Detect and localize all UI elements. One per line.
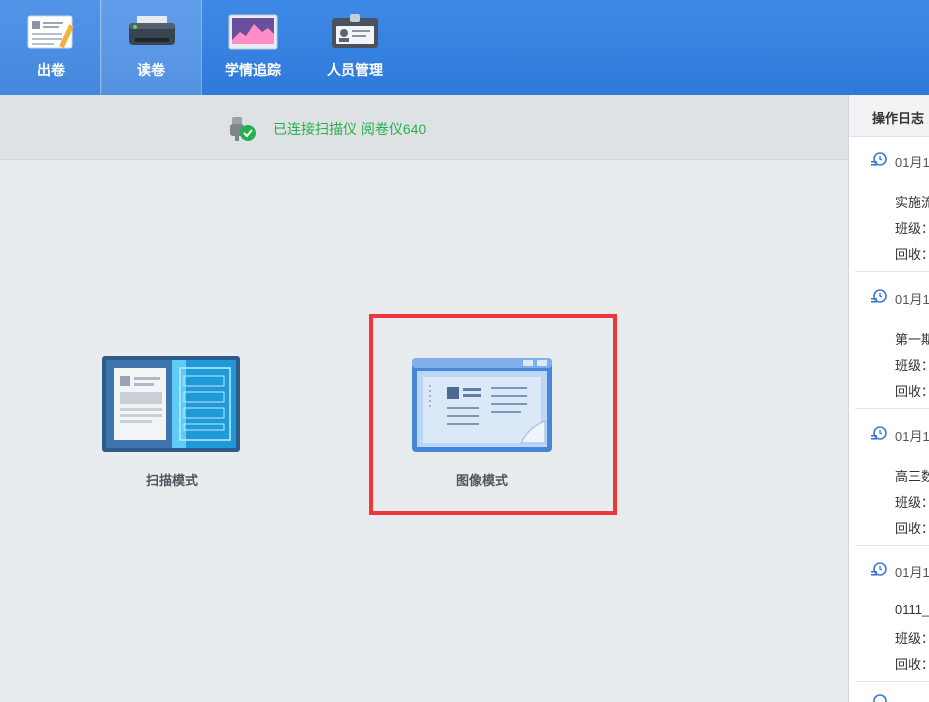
image-mode-button[interactable]: 图像模式 bbox=[405, 352, 559, 492]
log-entry-date: 01月1 bbox=[895, 155, 929, 170]
toolbar-item-chujuan[interactable]: 出卷 bbox=[0, 0, 102, 95]
log-entry-title: 高三数 bbox=[895, 469, 929, 484]
log-entry-class: 班级： bbox=[895, 221, 929, 236]
toolbar-item-xueqing[interactable]: 学情追踪 bbox=[202, 0, 304, 95]
log-entry-title: 第一期 bbox=[895, 332, 929, 347]
log-entry-recovery: 回收： bbox=[895, 521, 929, 536]
toolbar-item-label: 出卷 bbox=[37, 62, 65, 78]
id-card-icon bbox=[332, 14, 378, 48]
history-clock-icon bbox=[871, 289, 887, 303]
operation-log-title: 操作日志 bbox=[872, 111, 925, 126]
operation-log-panel[interactable]: 操作日志 01月1 实施流 班级： 回收： 01月1 第一期 班级： 回收： 0 bbox=[848, 95, 929, 702]
toolbar-item-label: 学情追踪 bbox=[225, 62, 281, 78]
history-clock-icon bbox=[871, 426, 887, 440]
toolbar-item-label: 人员管理 bbox=[327, 62, 383, 78]
scan-mode-icon bbox=[102, 356, 240, 452]
log-entry-date: 01月1 bbox=[895, 292, 929, 307]
printer-icon bbox=[129, 16, 175, 45]
scan-mode-label: 扫描模式 bbox=[145, 473, 198, 488]
log-entry-divider bbox=[855, 681, 929, 682]
log-entry-title: 0111_ bbox=[895, 602, 929, 617]
history-clock-icon bbox=[871, 562, 887, 576]
toolbar-item-renyuan[interactable]: 人员管理 bbox=[304, 0, 406, 95]
log-entry-date: 01月1 bbox=[895, 565, 929, 580]
log-entry-class: 班级： bbox=[895, 358, 929, 373]
usb-connected-icon bbox=[230, 117, 256, 141]
history-clock-icon bbox=[871, 152, 887, 166]
operation-log-header: 操作日志 bbox=[849, 95, 929, 137]
log-entry-class: 班级： bbox=[895, 495, 929, 510]
log-entry-date: 01月1 bbox=[895, 429, 929, 444]
top-toolbar: 出卷 读卷 学情追踪 人员管理 bbox=[0, 0, 929, 95]
log-entry-recovery: 回收： bbox=[895, 384, 929, 399]
log-entry-title: 实施流 bbox=[895, 195, 929, 210]
scan-mode-button[interactable]: 扫描模式 bbox=[95, 352, 249, 492]
history-clock-icon bbox=[873, 694, 887, 702]
log-entry-divider bbox=[855, 545, 929, 546]
log-entry-divider bbox=[855, 271, 929, 272]
scanner-status-text: 已连接扫描仪 阅卷仪640 bbox=[273, 121, 427, 137]
log-entry-recovery: 回收： bbox=[895, 247, 929, 262]
log-entry-class: 班级： bbox=[895, 631, 929, 646]
paper-icon bbox=[27, 15, 74, 49]
log-entry-divider bbox=[855, 408, 929, 409]
image-mode-icon bbox=[412, 358, 552, 452]
toolbar-item-label: 读卷 bbox=[137, 62, 165, 78]
toolbar-item-dujuan[interactable]: 读卷 bbox=[100, 0, 202, 95]
image-mode-label: 图像模式 bbox=[455, 473, 508, 488]
chart-icon bbox=[228, 14, 278, 50]
log-entry-recovery: 回收： bbox=[895, 657, 929, 672]
